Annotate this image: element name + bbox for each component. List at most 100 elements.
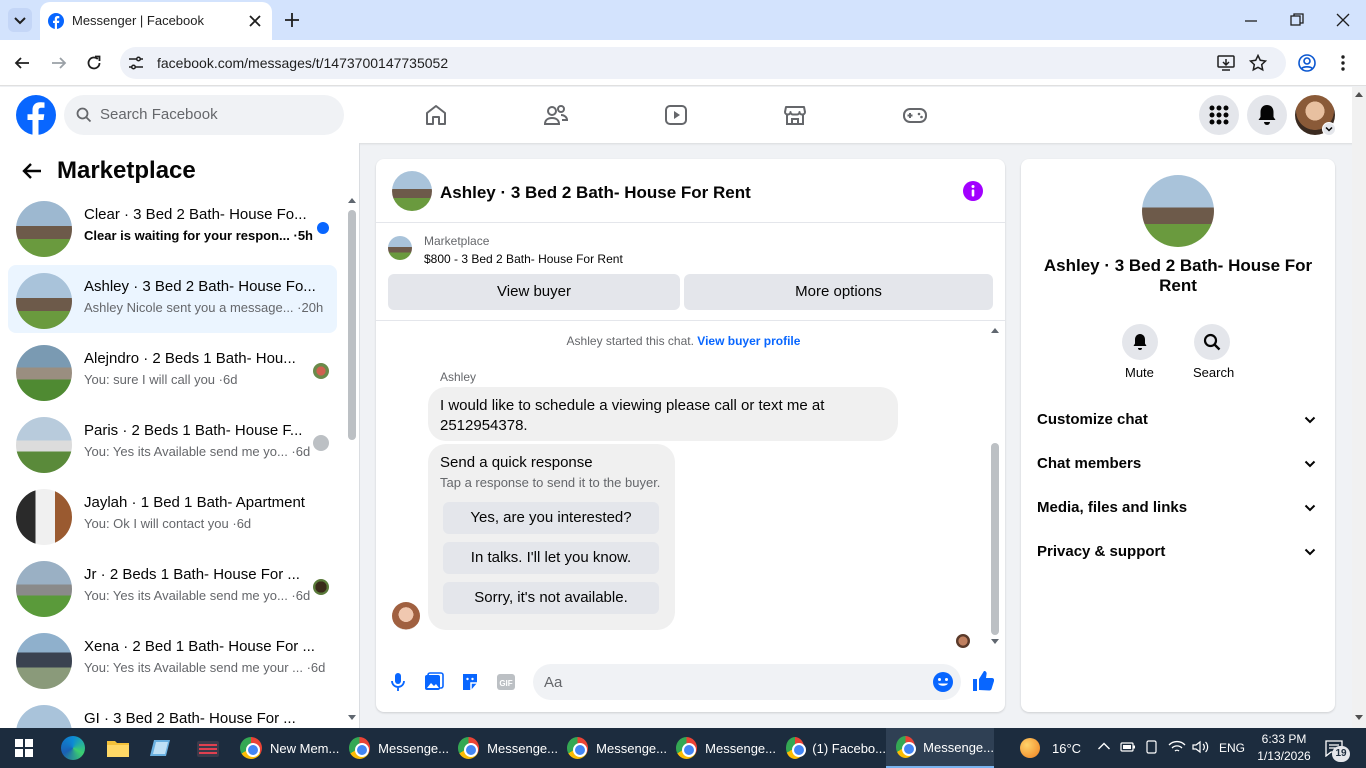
- close-tab-icon[interactable]: [248, 14, 262, 28]
- chat-title[interactable]: Ashley · 3 Bed 2 Bath- House For Rent: [440, 183, 751, 203]
- weather-icon[interactable]: [1020, 738, 1040, 758]
- gif-icon[interactable]: GIF: [496, 673, 516, 691]
- clock[interactable]: 6:33 PM 1/13/2026: [1256, 731, 1312, 765]
- view-buyer-profile-link[interactable]: View buyer profile: [697, 334, 800, 348]
- more-options-button[interactable]: More options: [684, 274, 993, 310]
- forward-arrow-icon[interactable]: [51, 55, 67, 71]
- media-files-links-row[interactable]: Media, files and links: [1037, 497, 1320, 521]
- info-icon[interactable]: [962, 180, 984, 202]
- battery-icon[interactable]: [1120, 742, 1136, 752]
- app-icon[interactable]: [196, 737, 220, 759]
- notifications-button[interactable]: [1247, 95, 1287, 135]
- minimize-icon[interactable]: [1244, 14, 1258, 28]
- chat-started-text: Ashley started this chat.: [566, 334, 694, 348]
- video-watch-icon[interactable]: [664, 103, 688, 127]
- taskbar-item-active[interactable]: Messenge...: [886, 728, 994, 768]
- install-app-icon[interactable]: [1217, 54, 1235, 72]
- conversation-item[interactable]: Ashley · 3 Bed 2 Bath- House Fo... Ashle…: [8, 265, 337, 333]
- chat-scrollbar-thumb[interactable]: [991, 443, 999, 635]
- view-buyer-button[interactable]: View buyer: [388, 274, 680, 310]
- search-in-chat-button[interactable]: [1194, 324, 1230, 360]
- tab-search-button[interactable]: [8, 8, 32, 32]
- message-input[interactable]: Aa: [533, 664, 961, 700]
- listing-price-title[interactable]: $800 - 3 Bed 2 Bath- House For Rent: [424, 252, 623, 266]
- conversation-item[interactable]: Jaylah · 1 Bed 1 Bath- Apartment You: Ok…: [8, 481, 337, 549]
- taskbar-item[interactable]: (1) Facebo...: [786, 728, 886, 768]
- app-icon[interactable]: [150, 736, 174, 760]
- scroll-up-icon[interactable]: [347, 196, 357, 204]
- conversation-item[interactable]: Alejndro · 2 Beds 1 Bath- Hou... You: su…: [8, 337, 337, 405]
- account-menu-chevron[interactable]: [1322, 122, 1336, 136]
- menu-grid-button[interactable]: [1199, 95, 1239, 135]
- taskbar-item[interactable]: Messenge...: [458, 728, 558, 768]
- date: 1/13/2026: [1257, 749, 1311, 763]
- chevron-up-icon[interactable]: [1097, 741, 1111, 751]
- chat-members-row[interactable]: Chat members: [1037, 453, 1320, 477]
- quick-response-option[interactable]: In talks. I'll let you know.: [443, 542, 659, 574]
- bell-icon: [1133, 334, 1147, 350]
- close-window-icon[interactable]: [1336, 13, 1350, 27]
- edge-icon[interactable]: [61, 736, 85, 760]
- back-arrow-icon[interactable]: [22, 162, 42, 180]
- device-icon[interactable]: [1145, 740, 1159, 754]
- conversation-item[interactable]: Paris · 2 Beds 1 Bath- House F... You: Y…: [8, 409, 337, 477]
- conversation-item[interactable]: Jr · 2 Beds 1 Bath- House For ... You: Y…: [8, 553, 337, 621]
- scroll-up-icon[interactable]: [1354, 90, 1364, 98]
- windows-start-icon[interactable]: [15, 739, 33, 757]
- scroll-up-icon[interactable]: [990, 326, 1000, 334]
- conversation-item[interactable]: Xena · 2 Bed 1 Bath- House For ... You: …: [8, 625, 337, 693]
- facebook-logo-icon[interactable]: [16, 95, 56, 135]
- site-settings-icon[interactable]: [127, 54, 145, 72]
- scroll-down-icon[interactable]: [1354, 714, 1364, 722]
- sticker-icon[interactable]: [460, 672, 480, 692]
- taskbar-item[interactable]: Messenge...: [676, 728, 776, 768]
- photo-icon[interactable]: [424, 672, 444, 692]
- scroll-down-icon[interactable]: [347, 714, 357, 722]
- volume-icon[interactable]: [1192, 740, 1210, 754]
- contact-avatar[interactable]: [1142, 175, 1214, 247]
- scroll-down-icon[interactable]: [990, 638, 1000, 646]
- input-language[interactable]: ENG: [1219, 741, 1245, 755]
- quick-response-option[interactable]: Sorry, it's not available.: [443, 582, 659, 614]
- quick-response-option[interactable]: Yes, are you interested?: [443, 502, 659, 534]
- temperature[interactable]: 16°C: [1052, 741, 1081, 756]
- conversation-item-partial[interactable]: GI · 3 Bed 2 Bath- House For ...: [8, 697, 337, 728]
- privacy-support-row[interactable]: Privacy & support: [1037, 541, 1320, 565]
- file-explorer-icon[interactable]: [106, 737, 130, 759]
- new-tab-icon[interactable]: [284, 12, 300, 28]
- taskbar-item-label: Messenge...: [923, 739, 994, 755]
- home-icon[interactable]: [424, 103, 448, 127]
- back-arrow-icon[interactable]: [14, 55, 30, 71]
- microphone-icon[interactable]: [390, 672, 406, 692]
- browser-tab-messenger[interactable]: Messenger | Facebook: [40, 2, 272, 40]
- taskbar-item[interactable]: Messenge...: [567, 728, 667, 768]
- mute-button[interactable]: [1122, 324, 1158, 360]
- scrollbar-thumb[interactable]: [348, 210, 356, 440]
- profile-icon[interactable]: [1298, 54, 1316, 72]
- listing-thumbnail: [16, 705, 72, 728]
- taskbar-item[interactable]: New Mem...: [240, 728, 340, 768]
- conversation-item[interactable]: Clear · 3 Bed 2 Bath- House Fo... Clear …: [8, 193, 337, 261]
- gaming-icon[interactable]: [902, 103, 928, 127]
- thumbs-up-icon[interactable]: [972, 670, 994, 692]
- taskbar-item[interactable]: Messenge...: [349, 728, 449, 768]
- page-scrollbar[interactable]: [1352, 87, 1366, 728]
- sender-avatar[interactable]: [392, 602, 420, 630]
- conversation-name: Ashley · 3 Bed 2 Bath- House Fo...: [84, 278, 316, 295]
- reload-icon[interactable]: [86, 55, 102, 71]
- facebook-search-input[interactable]: Search Facebook: [64, 95, 344, 135]
- listing-thumbnail[interactable]: [388, 236, 412, 260]
- customize-chat-row[interactable]: Customize chat: [1037, 409, 1320, 433]
- wifi-icon[interactable]: [1168, 740, 1186, 754]
- chat-avatar[interactable]: [392, 171, 432, 211]
- marketplace-icon[interactable]: [783, 103, 807, 127]
- restore-icon[interactable]: [1290, 13, 1304, 27]
- friends-icon[interactable]: [543, 103, 569, 127]
- taskbar-item-label: Messenge...: [378, 740, 449, 756]
- bookmark-star-icon[interactable]: [1249, 54, 1267, 72]
- row-label: Media, files and links: [1037, 499, 1188, 516]
- emoji-icon[interactable]: [932, 671, 954, 693]
- conversation-preview: You: Yes its Available send me yo... ·6d: [84, 444, 311, 459]
- browser-menu-icon[interactable]: [1340, 54, 1346, 72]
- conversation-name: Clear · 3 Bed 2 Bath- House Fo...: [84, 206, 307, 223]
